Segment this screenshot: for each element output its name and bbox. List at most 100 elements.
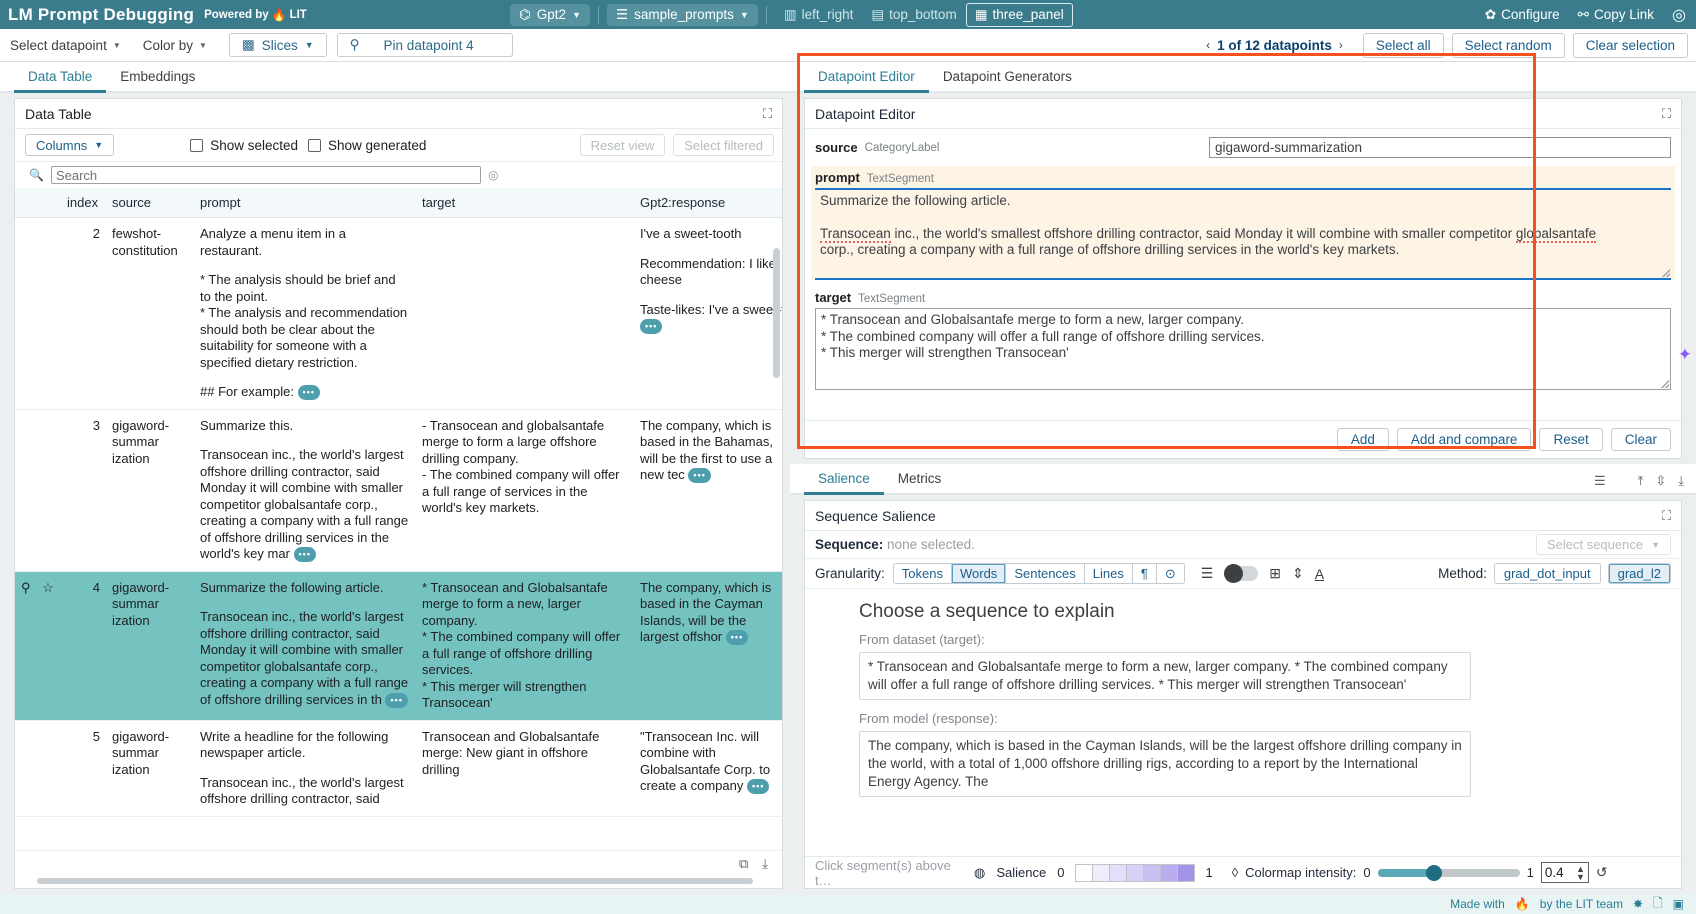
tab-datapoint-editor[interactable]: Datapoint Editor: [804, 69, 929, 93]
tab-salience[interactable]: Salience: [804, 471, 884, 495]
table-row[interactable]: 2 fewshot-constitution Analyze a menu it…: [15, 218, 782, 410]
granularity-custom-icon[interactable]: ⊙: [1157, 564, 1184, 583]
method-grad-dot-input[interactable]: grad_dot_input: [1494, 563, 1601, 584]
table-horizontal-scrollbar[interactable]: [29, 876, 768, 886]
scrollbar-thumb[interactable]: [37, 878, 753, 884]
row-pin-cell[interactable]: [15, 409, 61, 571]
copy-icon[interactable]: ⧉: [739, 856, 748, 872]
tab-metrics[interactable]: Metrics: [884, 471, 956, 495]
search-input[interactable]: [51, 166, 481, 184]
granularity-sentences[interactable]: Sentences: [1006, 564, 1084, 583]
star-icon[interactable]: ☆: [42, 580, 54, 595]
doc-icon[interactable]: 🗋: [1653, 894, 1663, 914]
clear-button[interactable]: Clear: [1611, 428, 1671, 451]
columns-button[interactable]: Columns ▼: [25, 134, 114, 156]
granularity-words[interactable]: Words: [952, 564, 1006, 583]
table-vertical-scrollbar[interactable]: [773, 248, 780, 378]
header-prompt[interactable]: prompt: [194, 188, 416, 218]
target-textarea[interactable]: * Transocean and Globalsantafe merge to …: [815, 308, 1671, 390]
help-circle-icon[interactable]: ◎: [1672, 5, 1686, 25]
font-size-icon[interactable]: A: [1315, 566, 1324, 582]
header-response[interactable]: Gpt2:response: [634, 188, 782, 218]
menu-icon[interactable]: ☰: [1594, 473, 1606, 489]
collapse-down-icon[interactable]: ⤓: [1678, 473, 1684, 489]
granularity-lines[interactable]: Lines: [1085, 564, 1133, 583]
tab-datapoint-generators[interactable]: Datapoint Generators: [929, 69, 1086, 93]
table-row[interactable]: 5 gigaword-summarization Write a headlin…: [15, 720, 782, 816]
row-pin-cell[interactable]: [15, 720, 61, 816]
slices-button[interactable]: ▩ Slices ▼: [229, 33, 327, 57]
dense-view-toggle[interactable]: [1224, 566, 1258, 581]
show-generated-checkbox[interactable]: Show generated: [308, 138, 426, 153]
model-selector-chip[interactable]: ⌬ Gpt2 ▼: [510, 4, 590, 26]
legend-swatch: [1075, 864, 1093, 882]
expand-icon[interactable]: ⛶: [1662, 508, 1671, 524]
color-by-dropdown[interactable]: Color by ▼: [143, 38, 207, 53]
header-target[interactable]: target: [416, 188, 634, 218]
grid-view-icon[interactable]: ⊞: [1269, 565, 1281, 582]
table-row[interactable]: 3 gigaword-summarization Summarize this.…: [15, 409, 782, 571]
method-grad-l2[interactable]: grad_l2: [1608, 563, 1671, 584]
resize-handle[interactable]: [1661, 380, 1669, 388]
configure-button[interactable]: ✿ Configure: [1485, 7, 1560, 23]
next-datapoint-icon[interactable]: ›: [1339, 38, 1343, 52]
prev-datapoint-icon[interactable]: ‹: [1206, 38, 1210, 52]
truncation-chip[interactable]: •••: [688, 468, 710, 483]
add-button[interactable]: Add: [1337, 428, 1389, 451]
truncation-chip[interactable]: •••: [747, 779, 769, 794]
expand-icon[interactable]: ⛶: [1662, 106, 1671, 122]
truncation-chip[interactable]: •••: [726, 630, 748, 645]
truncation-chip[interactable]: •••: [385, 693, 407, 708]
granularity-tokens[interactable]: Tokens: [894, 564, 952, 583]
header-source[interactable]: source: [106, 188, 194, 218]
row-pin-cell[interactable]: [15, 218, 61, 410]
expand-icon[interactable]: ⛶: [763, 106, 772, 122]
colormap-value-stepper[interactable]: 0.4 ▲▼: [1541, 862, 1589, 883]
header-index[interactable]: index: [61, 188, 106, 218]
sparkle-icon[interactable]: ✦: [1678, 345, 1692, 365]
select-all-button[interactable]: Select all: [1363, 33, 1444, 58]
from-model-value[interactable]: The company, which is based in the Cayma…: [859, 731, 1471, 797]
copy-link-button[interactable]: ⚯ Copy Link: [1578, 7, 1654, 23]
collapse-up-icon[interactable]: ⤒: [1638, 473, 1644, 489]
split-icon[interactable]: ⇳: [1655, 473, 1666, 489]
select-datapoint-dropdown[interactable]: Select datapoint ▼: [10, 38, 121, 53]
source-input[interactable]: [1209, 137, 1671, 158]
slider-knob[interactable]: [1426, 865, 1442, 881]
row-pin-cell[interactable]: ⚲ ☆: [15, 571, 61, 720]
layout-button-left-right[interactable]: ▥ left_right: [775, 3, 863, 27]
truncation-chip[interactable]: •••: [640, 319, 662, 334]
select-sequence-button[interactable]: Select sequence ▼: [1536, 534, 1671, 555]
vertical-align-icon[interactable]: ⇕: [1292, 565, 1304, 582]
granularity-paragraph-icon[interactable]: ¶: [1133, 564, 1157, 583]
help-circle-icon[interactable]: ◎: [488, 168, 498, 182]
reset-icon[interactable]: ↺: [1596, 864, 1608, 881]
pin-icon[interactable]: ⚲: [21, 580, 31, 595]
stepper-arrows-icon[interactable]: ▲▼: [1576, 865, 1585, 881]
lines-density-icon[interactable]: ☰: [1201, 565, 1214, 582]
download-icon[interactable]: ⤓: [762, 856, 768, 872]
from-dataset-value[interactable]: * Transocean and Globalsantafe merge to …: [859, 652, 1471, 700]
layout-button-top-bottom[interactable]: ▤ top_bottom: [862, 3, 965, 27]
clear-selection-button[interactable]: Clear selection: [1573, 33, 1688, 58]
data-table-scroll[interactable]: index source prompt target Gpt2:response: [15, 188, 782, 850]
reset-view-button[interactable]: Reset view: [580, 134, 666, 156]
table-row[interactable]: ⚲ ☆ 4 gigaword-summarization Summarize t…: [15, 571, 782, 720]
tab-data-table[interactable]: Data Table: [14, 69, 106, 93]
layout-button-three-panel[interactable]: ▦ three_panel: [966, 3, 1073, 27]
reset-button[interactable]: Reset: [1539, 428, 1602, 451]
select-filtered-button[interactable]: Select filtered: [673, 134, 774, 156]
add-and-compare-button[interactable]: Add and compare: [1397, 428, 1532, 451]
pin-datapoint-button[interactable]: ⚲ Pin datapoint 4: [337, 33, 513, 57]
prompt-textarea[interactable]: Summarize the following article. Transoc…: [815, 188, 1671, 280]
settings-icon[interactable]: ▣: [1673, 897, 1684, 911]
select-random-button[interactable]: Select random: [1452, 33, 1565, 58]
bug-icon[interactable]: ✸: [1633, 897, 1643, 911]
colormap-intensity-slider[interactable]: [1378, 869, 1520, 877]
show-selected-checkbox[interactable]: Show selected: [190, 138, 298, 153]
dataset-selector-chip[interactable]: ☰ sample_prompts ▼: [607, 4, 758, 26]
resize-handle[interactable]: [1662, 269, 1670, 277]
truncation-chip[interactable]: •••: [294, 547, 316, 562]
truncation-chip[interactable]: •••: [298, 385, 320, 400]
tab-embeddings[interactable]: Embeddings: [106, 69, 209, 93]
